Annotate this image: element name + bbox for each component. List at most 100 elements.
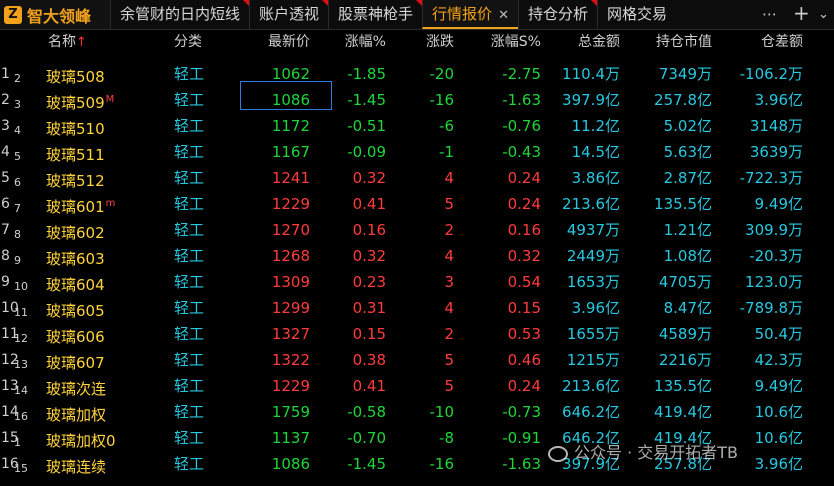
table-row[interactable]: 14 16 玻璃加权 轻工 1759 -0.58 -10 -0.73 646.2亿 419.4亿 1… [0,399,834,425]
table-row[interactable]: 7 8 玻璃602 轻工 1270 0.16 2 0.16 4937万 1.21亿 309.9万 [0,217,834,243]
price-change: 4 [444,299,454,317]
contract-name: 玻璃加权0 [46,432,116,450]
oi-diff: 309.9万 [745,221,803,239]
tab-account[interactable]: 账户透视 [249,0,329,29]
total-amount: 4937万 [566,221,620,239]
oi-diff: 10.6亿 [754,403,803,421]
total-amount: 110.4万 [562,65,620,83]
sort-arrow-icon: ↑ [76,35,87,50]
add-tab-icon[interactable]: + [793,0,810,29]
pct-change-s: 0.46 [507,351,541,369]
pct-change: 0.41 [352,377,386,395]
latest-price: 1322 [271,351,310,369]
table-row[interactable]: 13 14 玻璃次连 轻工 1229 0.41 5 0.24 213.6亿 135.5亿 9.49亿 [0,373,834,399]
pct-change-s: -1.63 [502,455,541,473]
tab-label: 行情报价 [432,5,493,23]
category: 轻工 [174,247,205,265]
table-row[interactable]: 12 13 玻璃607 轻工 1322 0.38 5 0.46 1215万 2216万 42.3万 [0,347,834,373]
pct-change: -0.09 [347,143,386,161]
row-index: 2 [1,92,10,108]
column-header-category[interactable]: 分类 [174,31,234,51]
tab-grid-trading[interactable]: 网格交易 [596,0,676,29]
price-change: -20 [429,65,455,83]
holding-value: 4705万 [658,273,712,291]
tab-position-analysis[interactable]: 持仓分析 [517,0,597,29]
category: 轻工 [174,299,205,317]
holding-value: 5.63亿 [663,143,712,161]
oi-diff: 3639万 [749,143,803,161]
table-row[interactable]: 6 7 玻璃601m 轻工 1229 0.41 5 0.24 213.6亿 135.5亿 9.49亿 [0,191,834,217]
contract-name: 玻璃加权 [46,406,107,424]
total-amount: 3.86亿 [571,169,620,187]
holding-value: 1.08亿 [663,247,712,265]
column-header-holding-value[interactable]: 持仓市值 [630,31,712,51]
contract-name: 玻璃508 [46,68,105,86]
latest-price: 1327 [271,325,310,343]
table-row[interactable]: 2 3 玻璃509M 轻工 1086 -1.45 -16 -1.63 397.9亿 257.8亿 3… [0,87,834,113]
total-amount: 14.5亿 [571,143,620,161]
contract-name: 玻璃604 [46,276,105,294]
oi-diff: -722.3万 [739,169,803,187]
column-header-amount[interactable]: 总金额 [548,31,620,51]
price-change: 3 [444,273,454,291]
price-change: 5 [444,195,454,213]
pct-change: -0.51 [347,117,386,135]
pct-change-s: 0.16 [507,221,541,239]
column-header-change[interactable]: 涨跌 [398,31,454,51]
chevron-down-icon[interactable]: ⌄ [818,0,829,29]
category: 轻工 [174,325,205,343]
table-row[interactable]: 10 11 玻璃605 轻工 1299 0.31 4 0.15 3.96亿 8.47亿 -789.8… [0,295,834,321]
latest-price: 1759 [271,403,310,421]
row-index: 8 [1,248,10,264]
oi-diff: -106.2万 [739,65,803,83]
tab-quotes[interactable]: 行情报价 ✕ [422,0,518,29]
holding-value: 4589万 [658,325,712,343]
row-index: 3 [1,118,10,134]
price-change: 5 [444,351,454,369]
total-amount: 1653万 [566,273,620,291]
table-row[interactable]: 9 10 玻璃604 轻工 1309 0.23 3 0.54 1653万 4705万 123.0万 [0,269,834,295]
selected-cell-highlight [240,81,332,110]
pct-change: 0.15 [352,325,386,343]
column-header-price[interactable]: 最新价 [240,31,310,51]
latest-price: 1229 [271,377,310,395]
pct-change: 0.32 [352,247,386,265]
tab-sharpshooter[interactable]: 股票神枪手 [328,0,423,29]
contract-name: 玻璃512 [46,172,105,190]
latest-price: 1309 [271,273,310,291]
table-row[interactable]: 8 9 玻璃603 轻工 1268 0.32 4 0.32 2449万 1.08亿 -20.3万 [0,243,834,269]
column-header-pct[interactable]: 涨幅% [318,31,386,51]
oi-diff: 3148万 [749,117,803,135]
category: 轻工 [174,351,205,369]
category: 轻工 [174,195,205,213]
table-row[interactable]: 3 4 玻璃510 轻工 1172 -0.51 -6 -0.76 11.2亿 5.02亿 3148万 [0,113,834,139]
column-header-oi-diff[interactable]: 仓差额 [720,31,803,51]
total-amount: 3.96亿 [571,299,620,317]
contract-name: 玻璃509M [46,94,115,112]
table-row[interactable]: 5 6 玻璃512 轻工 1241 0.32 4 0.24 3.86亿 2.87亿 -722.3万 [0,165,834,191]
contract-name: 玻璃510 [46,120,105,138]
table-row[interactable]: 1 2 玻璃508 轻工 1062 -1.85 -20 -2.75 110.4万 7349万 -10… [0,61,834,87]
column-header-name[interactable]: 名称↑ [48,31,168,51]
tab-label: 网格交易 [606,5,667,23]
table-row[interactable]: 4 5 玻璃511 轻工 1167 -0.09 -1 -0.43 14.5亿 5.63亿 3639万 [0,139,834,165]
holding-value: 135.5亿 [654,377,712,395]
table-row[interactable]: 11 12 玻璃606 轻工 1327 0.15 2 0.53 1655万 4589万 50.4万 [0,321,834,347]
oi-diff: 9.49亿 [754,195,803,213]
more-icon[interactable]: ⋯ [762,0,777,29]
row-index: 5 [1,170,10,186]
tab-label: 持仓分析 [527,5,588,23]
row-index: 9 [1,274,10,290]
oi-diff: 3.96亿 [754,91,803,109]
holding-value: 1.21亿 [663,221,712,239]
logo-text: 智大领峰 [27,6,92,26]
holding-value: 257.8亿 [654,91,712,109]
tab-label: 账户透视 [259,5,320,23]
total-amount: 1655万 [566,325,620,343]
column-header-pct-s[interactable]: 涨幅S% [470,31,541,51]
close-icon[interactable]: ✕ [498,8,509,23]
tab-intraday[interactable]: 余管财的日内短线 [110,0,250,29]
price-change: -16 [429,91,455,109]
contract-name: 玻璃次连 [46,380,107,398]
wechat-icon [548,445,568,462]
